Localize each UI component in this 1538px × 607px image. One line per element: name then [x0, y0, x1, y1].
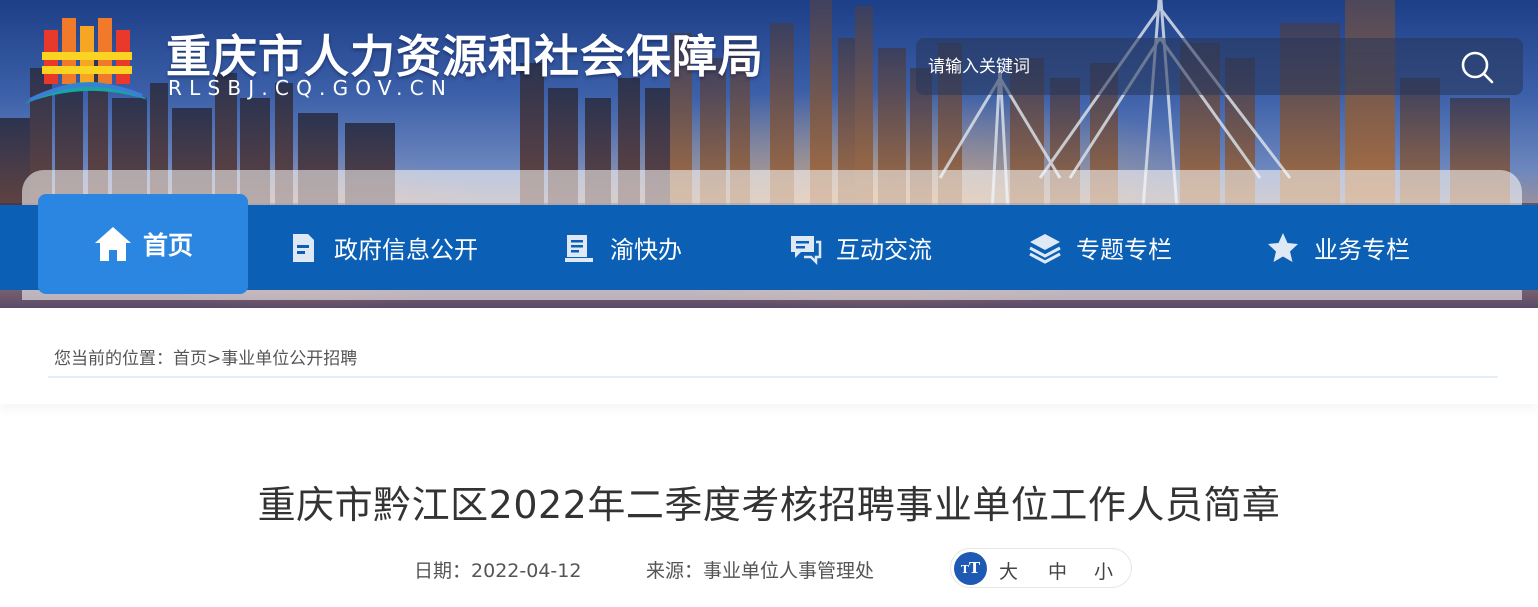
font-size-medium-button[interactable]: 中 [1048, 557, 1067, 584]
header-banner: 重庆市人力资源和社会保障局 RLSBJ.CQ.GOV.CN 政府信息公开 [0, 0, 1538, 308]
breadcrumb-divider [48, 376, 1498, 378]
nav-label: 专题专栏 [1076, 236, 1172, 264]
search-box [916, 38, 1523, 95]
breadcrumb-bar: 您当前的位置：首页>事业单位公开招聘 [0, 308, 1538, 404]
search-icon[interactable] [1458, 48, 1498, 86]
font-size-switcher: TT 大 中 小 [950, 548, 1132, 588]
article-source: 来源：事业单位人事管理处 [646, 556, 874, 583]
nav-label: 政府信息公开 [334, 236, 478, 264]
book-icon [565, 234, 593, 262]
date-value: 2022-04-12 [471, 560, 582, 582]
font-size-badge: T [969, 559, 981, 577]
nav-label: 首页 [142, 231, 193, 260]
font-size-small-button[interactable]: 小 [1094, 557, 1113, 584]
breadcrumb-prefix: 您当前的位置： [54, 349, 173, 369]
breadcrumb-home-link[interactable]: 首页 [173, 349, 207, 369]
nav-item-home[interactable]: 首页 [38, 194, 248, 294]
home-icon [94, 227, 131, 261]
breadcrumb: 您当前的位置：首页>事业单位公开招聘 [54, 344, 357, 369]
layers-icon [1029, 233, 1061, 264]
search-input[interactable] [928, 48, 1448, 85]
nav-label: 渝快办 [610, 236, 682, 264]
article-date: 日期：2022-04-12 [414, 556, 581, 583]
source-value: 事业单位人事管理处 [703, 560, 875, 582]
nav-label: 业务专栏 [1314, 236, 1410, 264]
nav-label: 互动交流 [836, 236, 932, 264]
breadcrumb-separator: > [207, 349, 222, 369]
logo-emblem-icon [24, 18, 148, 104]
date-label: 日期： [414, 560, 472, 582]
breadcrumb-current-link[interactable]: 事业单位公开招聘 [221, 349, 357, 369]
article-title: 重庆市黔江区2022年二季度考核招聘事业单位工作人员简章 [257, 483, 1281, 527]
document-icon [293, 233, 314, 262]
nav-item-gov-info[interactable]: 政府信息公开 [286, 205, 478, 290]
site-domain: RLSBJ.CQ.GOV.CN [168, 76, 454, 100]
nav-item-business[interactable]: 业务专栏 [1266, 205, 1410, 290]
font-size-icon: TT [954, 552, 987, 585]
nav-item-topics[interactable]: 专题专栏 [1028, 205, 1172, 290]
star-icon [1268, 232, 1298, 262]
font-size-large-button[interactable]: 大 [999, 557, 1018, 584]
source-label: 来源： [646, 560, 704, 582]
nav-item-yukuaiban[interactable]: 渝快办 [562, 205, 682, 290]
chat-icon [791, 235, 822, 265]
nav-item-interaction[interactable]: 互动交流 [788, 205, 932, 290]
